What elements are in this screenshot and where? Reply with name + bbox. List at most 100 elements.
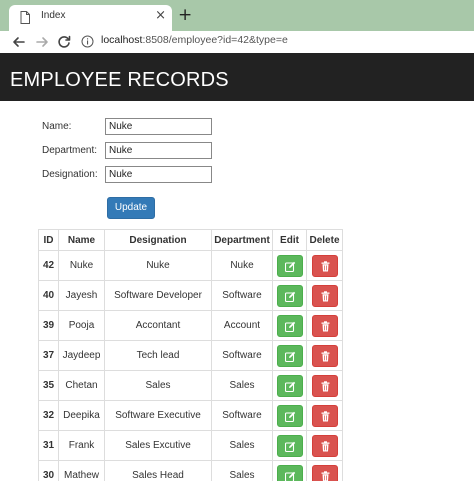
delete-button[interactable] bbox=[311, 284, 338, 307]
table-row: 40 Jayesh Software Developer Software bbox=[38, 280, 343, 311]
column-header-designation: Designation bbox=[104, 229, 212, 251]
edit-button[interactable] bbox=[276, 344, 303, 367]
cell-edit bbox=[272, 280, 307, 311]
table-row: 39 Pooja Accontant Account bbox=[38, 310, 343, 341]
address-bar[interactable]: localhost:8508/employee?id=42&type=e bbox=[101, 34, 288, 46]
cell-department: Sales bbox=[211, 460, 273, 481]
cell-delete bbox=[306, 400, 343, 431]
cell-designation: Nuke bbox=[104, 250, 212, 281]
cell-id: 30 bbox=[38, 460, 59, 481]
delete-button[interactable] bbox=[311, 374, 338, 397]
web-page: EMPLOYEE RECORDS Name: Department: Desig… bbox=[0, 53, 474, 481]
pencil-square-icon bbox=[284, 381, 295, 392]
browser-toolbar: localhost:8508/employee?id=42&type=e bbox=[0, 31, 474, 53]
pencil-square-icon bbox=[284, 411, 295, 422]
cell-id: 40 bbox=[38, 280, 59, 311]
cell-name: Deepika bbox=[58, 400, 105, 431]
cell-delete bbox=[306, 460, 343, 481]
edit-button[interactable] bbox=[276, 404, 303, 427]
document-icon bbox=[20, 11, 30, 24]
cell-edit bbox=[272, 400, 307, 431]
pencil-square-icon bbox=[284, 291, 295, 302]
column-header-name: Name bbox=[58, 229, 105, 251]
pencil-square-icon bbox=[284, 261, 295, 272]
edit-button[interactable] bbox=[276, 314, 303, 337]
cell-name: Chetan bbox=[58, 370, 105, 401]
cell-delete bbox=[306, 370, 343, 401]
pencil-square-icon bbox=[284, 471, 295, 481]
delete-button[interactable] bbox=[311, 434, 338, 457]
address-host: localhost bbox=[101, 34, 143, 46]
department-input[interactable] bbox=[105, 142, 212, 159]
delete-button[interactable] bbox=[311, 464, 338, 481]
update-button[interactable]: Update bbox=[107, 197, 155, 219]
cell-name: Jaydeep bbox=[58, 340, 105, 371]
cell-designation: Sales Excutive bbox=[104, 430, 212, 461]
cell-name: Jayesh bbox=[58, 280, 105, 311]
trash-icon bbox=[321, 350, 329, 361]
cell-edit bbox=[272, 250, 307, 281]
cell-name: Nuke bbox=[58, 250, 105, 281]
cell-department: Account bbox=[211, 310, 273, 341]
back-arrow-icon[interactable] bbox=[9, 32, 29, 52]
edit-button[interactable] bbox=[276, 434, 303, 457]
cell-department: Sales bbox=[211, 430, 273, 461]
cell-delete bbox=[306, 250, 343, 281]
name-input[interactable] bbox=[105, 118, 212, 135]
trash-icon bbox=[321, 470, 329, 481]
cell-name: Mathew bbox=[58, 460, 105, 481]
page-title: EMPLOYEE RECORDS bbox=[10, 69, 229, 91]
table-row: 37 Jaydeep Tech lead Software bbox=[38, 340, 343, 371]
trash-icon bbox=[321, 440, 329, 451]
delete-button[interactable] bbox=[311, 314, 338, 337]
pencil-square-icon bbox=[284, 441, 295, 452]
table-row: 31 Frank Sales Excutive Sales bbox=[38, 430, 343, 461]
cell-delete bbox=[306, 310, 343, 341]
delete-button[interactable] bbox=[311, 404, 338, 427]
trash-icon bbox=[321, 290, 329, 301]
table-row: 32 Deepika Software Executive Software bbox=[38, 400, 343, 431]
browser-tab-strip: Index × + bbox=[0, 0, 474, 31]
cell-delete bbox=[306, 340, 343, 371]
table-header-row: ID Name Designation Department Edit Dele… bbox=[38, 229, 343, 251]
cell-id: 42 bbox=[38, 250, 59, 281]
cell-delete bbox=[306, 280, 343, 311]
cell-edit bbox=[272, 370, 307, 401]
cell-department: Sales bbox=[211, 370, 273, 401]
column-header-id: ID bbox=[38, 229, 59, 251]
address-path: :8508/employee?id=42&type=e bbox=[142, 34, 288, 46]
trash-icon bbox=[321, 260, 329, 271]
trash-icon bbox=[321, 410, 329, 421]
cell-edit bbox=[272, 460, 307, 481]
cell-department: Software bbox=[211, 340, 273, 371]
delete-button[interactable] bbox=[311, 344, 338, 367]
reload-icon[interactable] bbox=[54, 32, 74, 52]
cell-designation: Software Executive bbox=[104, 400, 212, 431]
designation-label: Designation: bbox=[42, 169, 98, 180]
cell-designation: Sales bbox=[104, 370, 212, 401]
cell-edit bbox=[272, 310, 307, 341]
forward-arrow-icon[interactable] bbox=[32, 32, 52, 52]
designation-input[interactable] bbox=[105, 166, 212, 183]
edit-button[interactable] bbox=[276, 374, 303, 397]
edit-button[interactable] bbox=[276, 254, 303, 277]
close-tab-icon[interactable]: × bbox=[155, 8, 166, 24]
delete-button[interactable] bbox=[311, 254, 338, 277]
cell-id: 32 bbox=[38, 400, 59, 431]
cell-id: 35 bbox=[38, 370, 59, 401]
cell-department: Software bbox=[211, 400, 273, 431]
cell-designation: Software Developer bbox=[104, 280, 212, 311]
table-row: 30 Mathew Sales Head Sales bbox=[38, 460, 343, 481]
new-tab-icon[interactable]: + bbox=[178, 7, 192, 24]
edit-button[interactable] bbox=[276, 464, 303, 481]
browser-tab[interactable]: Index × bbox=[9, 5, 172, 31]
info-icon[interactable] bbox=[81, 35, 94, 48]
cell-name: Frank bbox=[58, 430, 105, 461]
cell-id: 37 bbox=[38, 340, 59, 371]
cell-department: Software bbox=[211, 280, 273, 311]
cell-edit bbox=[272, 430, 307, 461]
edit-button[interactable] bbox=[276, 284, 303, 307]
page-header: EMPLOYEE RECORDS bbox=[0, 53, 474, 101]
trash-icon bbox=[321, 320, 329, 331]
column-header-edit: Edit bbox=[272, 229, 307, 251]
